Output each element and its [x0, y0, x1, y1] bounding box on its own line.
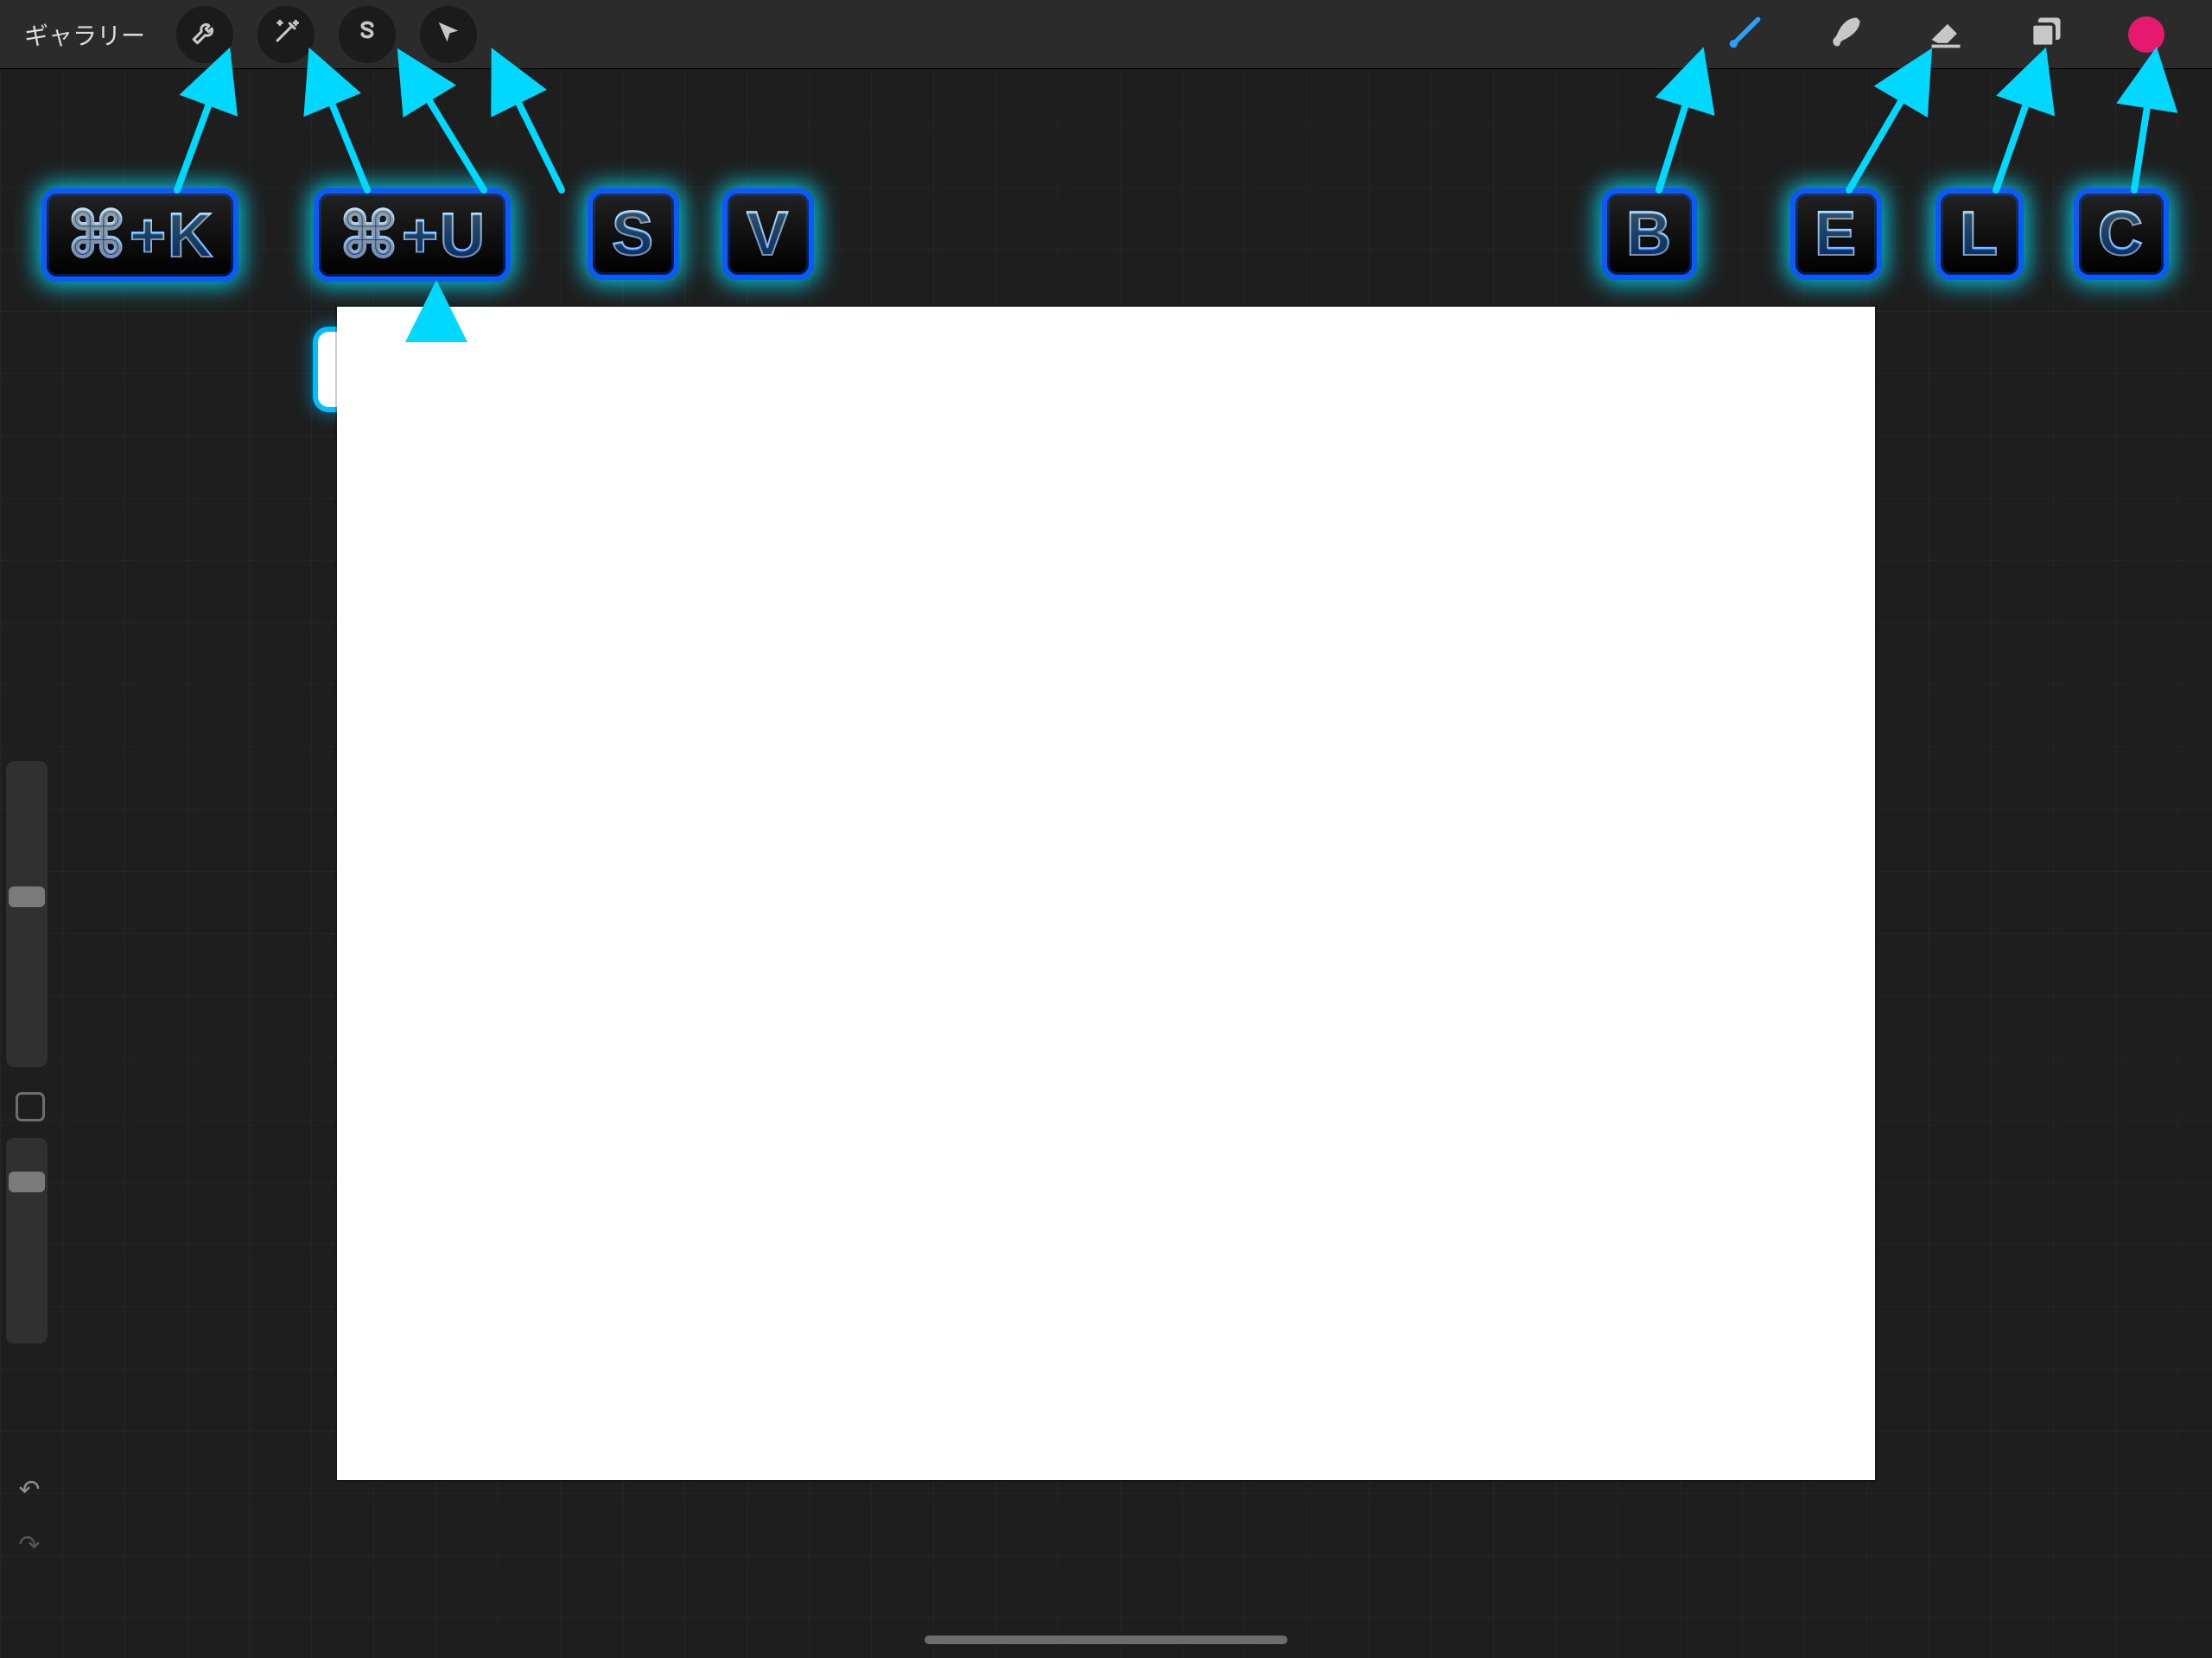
- stage: ギャラリー: [0, 0, 2212, 1658]
- redo-button[interactable]: ↷: [12, 1528, 47, 1562]
- brush-icon: [1726, 13, 1764, 55]
- wand-icon: [271, 17, 301, 51]
- redo-icon: ↷: [18, 1530, 40, 1560]
- home-indicator: [925, 1636, 1287, 1644]
- smudge-button[interactable]: [1820, 9, 1872, 60]
- eraser-icon: [1927, 13, 1965, 55]
- smudge-icon: [1827, 13, 1865, 55]
- color-swatch-icon: [2128, 16, 2164, 53]
- eraser-button[interactable]: [1920, 9, 1972, 60]
- layers-button[interactable]: [2020, 9, 2072, 60]
- modify-button[interactable]: [16, 1092, 45, 1121]
- selection-s-icon: [353, 17, 382, 51]
- brush-size-slider-thumb[interactable]: [9, 886, 45, 907]
- layers-icon: [2027, 13, 2065, 55]
- shortcut-transform: V: [722, 188, 814, 280]
- brush-button[interactable]: [1719, 9, 1771, 60]
- color-button[interactable]: [2120, 9, 2172, 60]
- shortcut-adjust: ⌘+U: [314, 188, 511, 282]
- selection-button[interactable]: [339, 6, 396, 63]
- actions-button[interactable]: [176, 6, 233, 63]
- gallery-button[interactable]: ギャラリー: [16, 12, 154, 57]
- shortcut-actions: ⌘+K: [41, 188, 238, 282]
- wrench-icon: [190, 17, 219, 51]
- canvas-area[interactable]: [337, 307, 1875, 1480]
- opacity-slider-thumb[interactable]: [9, 1172, 45, 1192]
- transform-button[interactable]: [420, 6, 477, 63]
- shortcut-eraser: E: [1790, 188, 1882, 280]
- cursor-arrow-icon: [434, 17, 463, 51]
- top-toolbar: ギャラリー: [0, 0, 2212, 69]
- undo-button[interactable]: ↶: [12, 1472, 47, 1507]
- shortcut-color: C: [2074, 188, 2169, 280]
- adjustments-button[interactable]: [257, 6, 315, 63]
- shortcut-layers: L: [1936, 188, 2024, 280]
- brush-size-slider-track[interactable]: [5, 760, 48, 1068]
- undo-icon: ↶: [18, 1475, 40, 1505]
- shortcut-select: S: [588, 188, 679, 280]
- shortcut-brush: B: [1602, 188, 1697, 280]
- opacity-slider-track[interactable]: [5, 1137, 48, 1344]
